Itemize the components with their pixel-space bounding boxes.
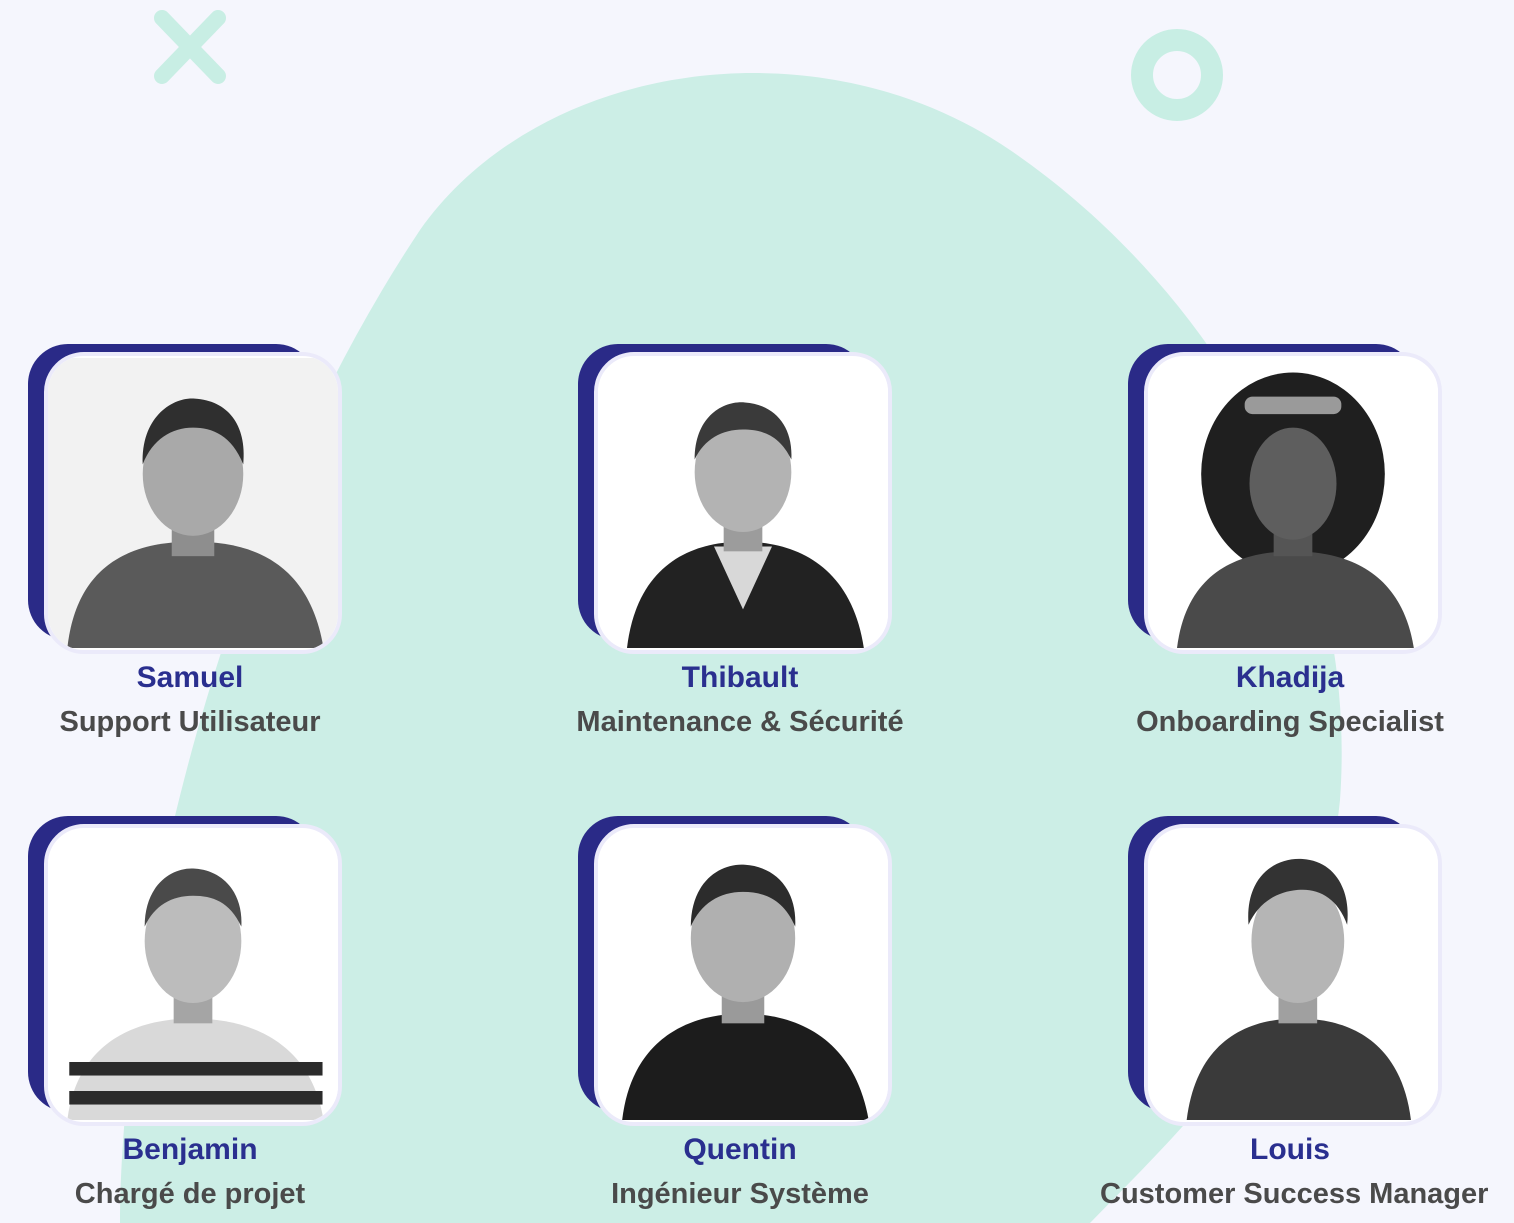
person-icon <box>48 830 338 1120</box>
ring-icon <box>1131 29 1223 121</box>
team-card-louis: Louis Customer Success Manager <box>1100 816 1489 1214</box>
member-name: Khadija <box>1235 661 1345 694</box>
portrait-photo <box>594 824 892 1126</box>
member-role: Support Utilisateur <box>59 706 321 738</box>
x-mark-icon <box>154 10 226 84</box>
photo-frame <box>578 344 894 660</box>
photo-frame <box>1128 344 1444 660</box>
portrait-photo <box>594 352 892 654</box>
team-card-samuel: Samuel Support Utilisateur <box>0 344 380 742</box>
portrait-photo <box>1144 352 1442 654</box>
person-icon <box>1148 830 1438 1120</box>
member-role: Onboarding Specialist <box>1136 706 1444 738</box>
team-card-quentin: Quentin Ingénieur Système <box>550 816 930 1214</box>
member-name: Thibault <box>681 661 799 694</box>
photo-frame <box>578 816 894 1132</box>
portrait-photo <box>44 824 342 1126</box>
member-role: Maintenance & Sécurité <box>576 706 904 738</box>
member-name: Benjamin <box>122 1133 258 1166</box>
member-name: Samuel <box>136 661 244 694</box>
photo-frame <box>28 816 344 1132</box>
person-icon <box>598 358 888 648</box>
member-role: Ingénieur Système <box>611 1178 869 1210</box>
team-card-benjamin: Benjamin Chargé de projet <box>0 816 380 1214</box>
photo-frame <box>28 344 344 660</box>
person-icon <box>48 358 338 648</box>
photo-frame <box>1128 816 1444 1132</box>
portrait-photo <box>1144 824 1442 1126</box>
person-icon <box>598 830 888 1120</box>
person-icon <box>1148 358 1438 648</box>
member-name: Louis <box>1250 1133 1330 1166</box>
member-name: Quentin <box>683 1133 797 1166</box>
member-role: Customer Success Manager <box>1100 1178 1489 1210</box>
member-role: Chargé de projet <box>74 1178 306 1210</box>
portrait-photo <box>44 352 342 654</box>
team-card-thibault: Thibault Maintenance & Sécurité <box>550 344 930 742</box>
team-card-khadija: Khadija Onboarding Specialist <box>1100 344 1480 742</box>
